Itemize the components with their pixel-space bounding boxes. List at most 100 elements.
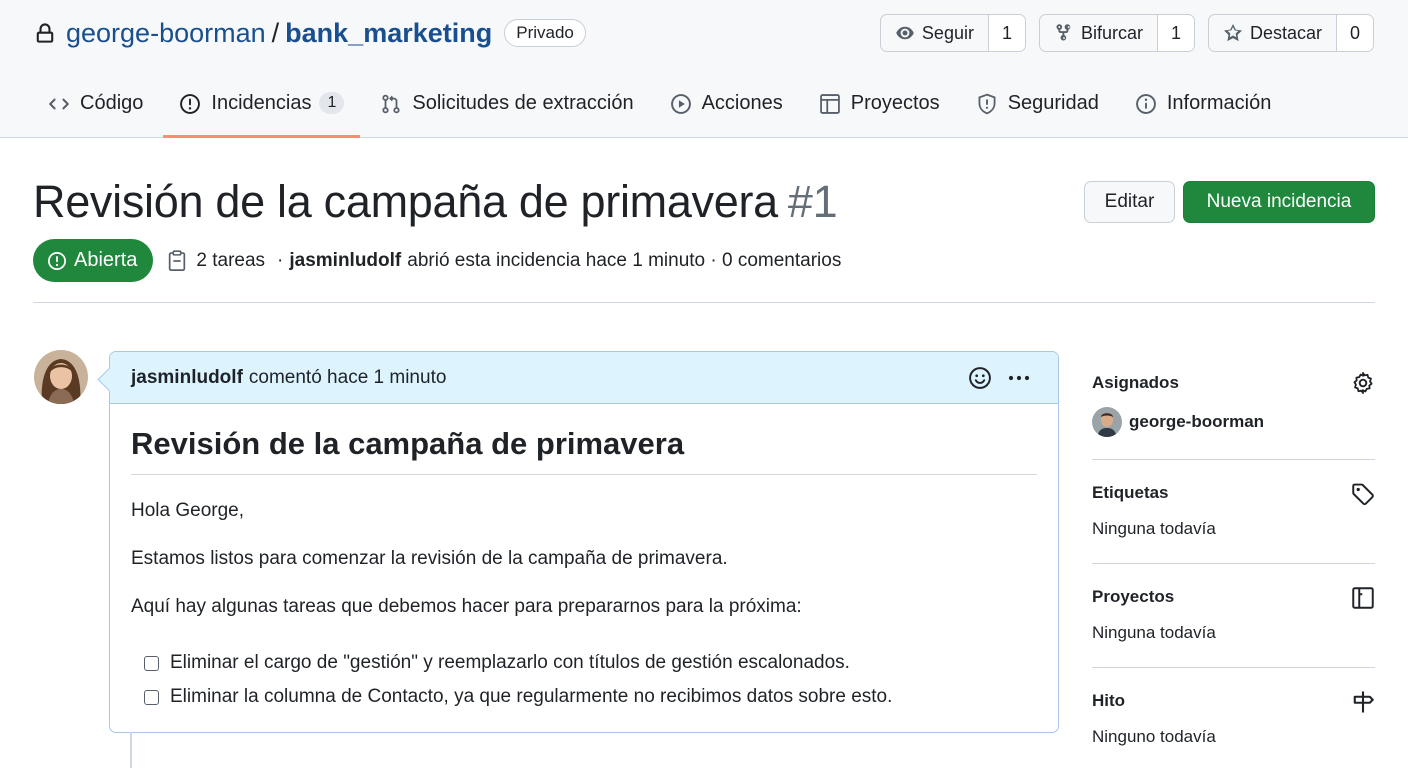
sidebar-assignees: Asignados george-boorman [1092, 366, 1375, 460]
play-icon [670, 94, 691, 114]
lock-icon [34, 22, 56, 44]
comment-body: Revisión de la campaña de primavera Hola… [110, 404, 1058, 714]
visibility-badge: Privado [504, 19, 586, 47]
issue-meta: Abierta 2 tareas · jasminludolf abrió es… [33, 239, 841, 282]
title-divider [33, 302, 1375, 303]
avatar [1092, 407, 1122, 437]
repo-header: george-boorman / bank_marketing Privado … [0, 0, 1408, 138]
kebab-menu-icon[interactable] [1006, 366, 1032, 390]
eye-icon [896, 26, 914, 40]
comment-heading: Revisión de la campaña de primavera [131, 426, 1037, 475]
repo-nav-tabs: Código Incidencias 1 Solicitudes de extr… [48, 78, 1307, 138]
task-text: Eliminar el cargo de "gestión" y reempla… [170, 652, 850, 673]
watch-count[interactable]: 1 [988, 15, 1025, 51]
tasks-count: 2 tareas [196, 249, 266, 271]
tab-issues-label: Incidencias [211, 92, 312, 114]
task-text: Eliminar la columna de Contacto, ya que … [170, 686, 893, 707]
fork-button[interactable]: Bifurcar [1040, 15, 1158, 51]
sidebar-labels: Etiquetas Ninguna todavía [1092, 460, 1375, 564]
repo-separator: / [271, 17, 280, 48]
project-board-icon[interactable] [1351, 586, 1375, 610]
watch-button[interactable]: Seguir [881, 15, 989, 51]
repo-actions: Seguir 1 Bifurcar 1 Destacar 0 [879, 14, 1374, 52]
task-checkbox[interactable] [144, 655, 159, 671]
issue-sidebar: Asignados george-boorman Etiquetas Ningu… [1092, 366, 1375, 768]
repo-title: george-boorman / bank_marketing Privado [34, 16, 586, 50]
tab-pull-requests-label: Solicitudes de extracción [412, 92, 634, 114]
task-item: Eliminar la columna de Contacto, ya que … [144, 680, 1037, 714]
clipboard-icon [169, 249, 186, 271]
issue-title-text: Revisión de la campaña de primavera [33, 176, 778, 227]
comment-timestamp: comentó hace 1 minuto [248, 366, 447, 388]
tab-insights-label: Información [1166, 92, 1272, 114]
gear-icon[interactable] [1351, 371, 1375, 395]
fork-label: Bifurcar [1080, 22, 1143, 43]
projects-value: Ninguna todavía [1092, 623, 1216, 642]
issue-icon [180, 94, 201, 114]
tab-security-label: Seguridad [1007, 92, 1099, 114]
code-icon [49, 98, 69, 110]
issues-counter: 1 [319, 92, 345, 114]
issue-open-icon [48, 251, 66, 270]
repo-owner-link[interactable]: george-boorman [66, 18, 266, 49]
issue-meta-text: abrió esta incidencia hace 1 minuto · 0 … [407, 249, 842, 271]
comment-author-link[interactable]: jasminludolf [131, 367, 243, 389]
tab-insights[interactable]: Información [1135, 78, 1272, 138]
repo-name-link[interactable]: bank_marketing [285, 18, 492, 49]
tab-projects[interactable]: Proyectos [819, 78, 940, 138]
fork-icon [1056, 24, 1071, 41]
timeline-line [130, 732, 132, 768]
projects-title[interactable]: Proyectos [1092, 564, 1375, 607]
task-item: Eliminar el cargo de "gestión" y reempla… [144, 646, 1037, 680]
fork-count[interactable]: 1 [1157, 15, 1194, 51]
tab-projects-label: Proyectos [850, 92, 940, 114]
star-button[interactable]: Destacar [1209, 15, 1337, 51]
star-label: Destacar [1249, 22, 1322, 43]
labels-title[interactable]: Etiquetas [1092, 460, 1375, 503]
assignee-item[interactable]: george-boorman [1092, 407, 1375, 437]
avatar[interactable] [34, 350, 88, 404]
milestone-value: Ninguno todavía [1092, 727, 1216, 746]
status-badge: Abierta [33, 239, 154, 282]
fork-button-group: Bifurcar 1 [1038, 14, 1195, 52]
sidebar-projects: Proyectos Ninguna todavía [1092, 564, 1375, 668]
tab-actions[interactable]: Acciones [670, 78, 783, 138]
assignee-name: george-boorman [1129, 412, 1265, 431]
comment-header: jasminludolf comentó hace 1 minuto [110, 352, 1058, 404]
shield-icon [978, 93, 996, 115]
meta-separator: · [277, 249, 284, 271]
tab-pull-requests[interactable]: Solicitudes de extracción [380, 78, 634, 138]
star-count[interactable]: 0 [1337, 15, 1373, 51]
task-checkbox[interactable] [144, 689, 159, 705]
table-icon [819, 94, 840, 114]
status-label: Abierta [74, 249, 138, 271]
assignees-title[interactable]: Asignados [1092, 366, 1375, 393]
issue-title: Revisión de la campaña de primavera #1 [33, 176, 838, 228]
smiley-icon[interactable] [968, 366, 992, 390]
labels-value: Ninguna todavía [1092, 519, 1216, 538]
comment-paragraph: Hola George, [131, 500, 245, 521]
tasks-summary[interactable]: 2 tareas [167, 250, 265, 272]
star-button-group: Destacar 0 [1207, 14, 1374, 52]
tab-issues[interactable]: Incidencias 1 [163, 78, 361, 138]
comment-tools [968, 366, 1032, 390]
pull-request-icon [382, 94, 400, 114]
watch-button-group: Seguir 1 [879, 14, 1026, 52]
sidebar-milestone: Hito Ninguno todavía [1092, 668, 1375, 768]
issue-author-link[interactable]: jasminludolf [289, 250, 401, 272]
edit-button[interactable]: Editar [1084, 181, 1175, 223]
comment-paragraph: Aquí hay algunas tareas que debemos hace… [131, 596, 802, 617]
milestone-title[interactable]: Hito [1092, 668, 1375, 711]
star-icon [1223, 24, 1242, 42]
tab-actions-label: Acciones [701, 92, 783, 114]
milestone-icon[interactable] [1351, 690, 1375, 714]
tab-code-label: Código [80, 92, 144, 114]
tag-icon[interactable] [1351, 482, 1375, 506]
issue-comment: jasminludolf comentó hace 1 minuto Revis… [109, 351, 1059, 733]
issue-number: #1 [787, 176, 838, 227]
new-issue-button[interactable]: Nueva incidencia [1183, 181, 1375, 223]
tab-code[interactable]: Código [48, 78, 143, 138]
watch-label: Seguir [921, 22, 974, 43]
info-icon [1135, 94, 1156, 114]
tab-security[interactable]: Seguridad [976, 78, 1099, 138]
